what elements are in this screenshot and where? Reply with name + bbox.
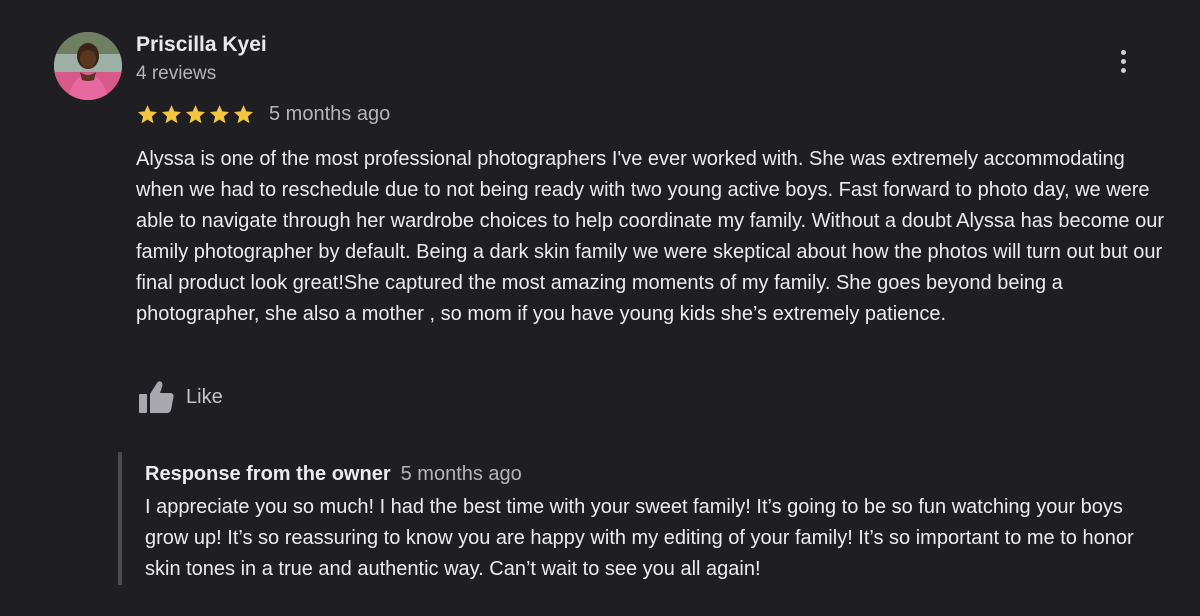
avatar-photo	[54, 32, 122, 100]
more-vert-icon	[1120, 49, 1126, 55]
owner-response-title: Response from the owner	[145, 463, 391, 485]
reviewer-avatar[interactable]	[54, 32, 122, 100]
reviewer-name[interactable]: Priscilla Kyei	[136, 33, 267, 57]
more-options-button[interactable]	[1108, 44, 1138, 78]
more-vert-icon-dot	[1120, 58, 1126, 64]
rating-row: 5 months ago	[136, 100, 390, 128]
reviewer-review-count[interactable]: 4 reviews	[136, 63, 216, 85]
owner-response-text: I appreciate you so much! I had the best…	[145, 496, 1134, 580]
thumbs-up-icon	[139, 381, 174, 413]
star-rating	[136, 103, 255, 126]
review-text: Alyssa is one of the most professional p…	[136, 148, 1164, 325]
owner-response-date: 5 months ago	[400, 463, 522, 485]
more-vert-icon-dot	[1120, 67, 1126, 73]
review-date: 5 months ago	[269, 102, 391, 125]
owner-response: Response from the owner 5 months ago I a…	[118, 452, 1182, 585]
like-label: Like	[186, 385, 223, 408]
review-card: Priscilla Kyei 4 reviews 5 months ago Al…	[0, 0, 1200, 616]
like-button[interactable]: Like	[136, 377, 223, 417]
star-icon	[209, 104, 230, 123]
star-icon	[161, 104, 182, 123]
star-icon	[137, 104, 158, 123]
star-icon	[233, 104, 254, 123]
star-icon	[185, 104, 206, 123]
owner-response-header: Response from the owner 5 months ago	[145, 463, 522, 486]
